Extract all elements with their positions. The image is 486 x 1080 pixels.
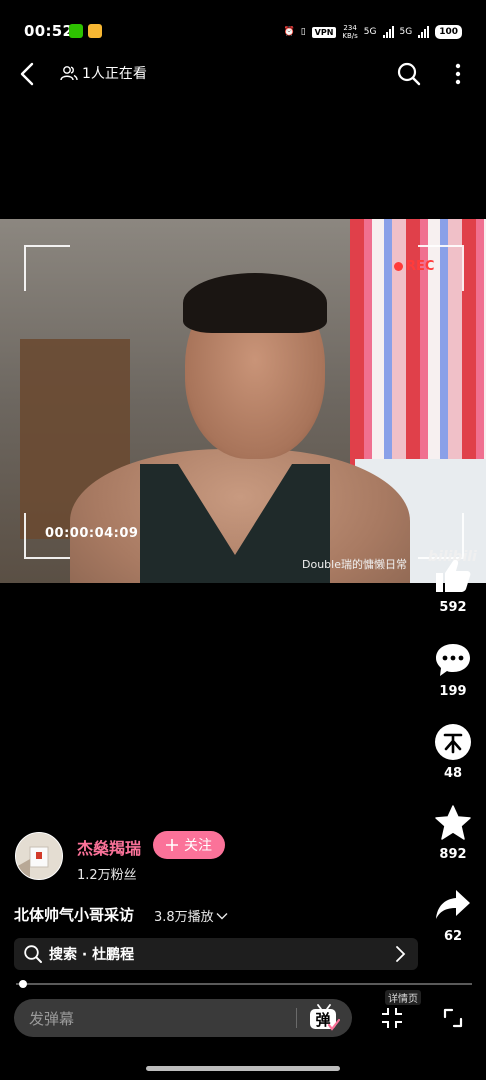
rec-label: REC (406, 259, 435, 274)
danmaku-input[interactable]: 发弹幕 (14, 999, 352, 1037)
coin-count: 48 (443, 766, 463, 781)
uploader-watermark: Double瑞的慵懒日常 (302, 558, 407, 571)
home-indicator[interactable] (146, 1066, 340, 1071)
share-count: 62 (443, 929, 463, 944)
thumbs-up-icon (436, 560, 471, 592)
favorite-button[interactable]: 892 (428, 803, 478, 862)
net-label-1: 5G (363, 27, 377, 37)
people-icon (60, 66, 78, 81)
comment-button[interactable]: 199 (428, 640, 478, 699)
playback-progress-track[interactable] (16, 983, 472, 985)
playback-progress-thumb[interactable] (18, 980, 27, 988)
video-subject-hair (183, 273, 327, 333)
alarm-icon: ⏰ (283, 27, 295, 37)
more-options-button[interactable] (448, 61, 468, 87)
signal-icon (418, 26, 430, 38)
fullscreen-icon (443, 1008, 463, 1028)
danmaku-toggle-label: 弹 (315, 1011, 330, 1029)
app-notification-icon (88, 24, 102, 38)
follower-count: 1.2万粉丝 (77, 868, 137, 883)
frame-corner-top-left (24, 245, 70, 291)
search-button[interactable] (396, 61, 422, 87)
search-icon (397, 62, 421, 86)
comment-bubble-icon (436, 644, 470, 676)
star-icon (435, 805, 471, 840)
avatar-image (16, 833, 62, 879)
danmaku-divider (296, 1008, 297, 1028)
play-count[interactable]: 3.8万播放 (154, 906, 228, 925)
plus-icon (166, 839, 178, 851)
favorite-count: 892 (439, 847, 467, 862)
battery-indicator: 100 (435, 25, 462, 39)
status-time: 00:52 (24, 22, 74, 40)
video-timecode: 00:00:04:09 (45, 526, 139, 541)
share-arrow-icon (436, 890, 470, 919)
follow-label: 关注 (184, 838, 212, 854)
wechat-notification-icon (69, 24, 83, 38)
network-speed-value: 234 (343, 24, 357, 32)
more-vertical-icon (455, 63, 461, 85)
viewer-count: 1人正在看 (60, 63, 147, 83)
video-player[interactable]: REC 00:00:04:09 Double瑞的慵懒日常 bilibili (0, 219, 486, 583)
danmaku-placeholder: 发弹幕 (29, 1009, 75, 1028)
like-count: 592 (439, 600, 467, 615)
net-label-2: 5G (399, 27, 413, 37)
author-avatar[interactable] (15, 832, 63, 880)
collapse-icon (382, 1008, 402, 1028)
details-page-button[interactable] (380, 1006, 404, 1030)
rec-dot-icon (394, 262, 403, 271)
vibrate-icon: ▯ (300, 27, 306, 37)
play-count-text: 3.8万播放 (154, 910, 214, 925)
coin-icon (435, 724, 471, 760)
vpn-badge: VPN (311, 26, 337, 38)
comment-count: 199 (439, 684, 467, 699)
danmaku-toggle-icon: 弹 (310, 1004, 341, 1031)
chevron-down-icon (216, 912, 228, 919)
rec-indicator: REC (394, 259, 434, 274)
viewer-count-text: 1人正在看 (82, 66, 147, 82)
video-title[interactable]: 北体帅气小哥采访 (14, 904, 134, 925)
details-page-label: 详情页 (385, 990, 421, 1005)
signal-icon (382, 26, 394, 38)
network-speed: 234 KB/s (342, 24, 357, 40)
back-button[interactable] (14, 60, 42, 88)
share-button[interactable]: 62 (428, 885, 478, 944)
fullscreen-button[interactable] (441, 1006, 465, 1030)
related-search-text: 搜索 · 杜鹏程 (49, 947, 135, 963)
follow-button[interactable]: 关注 (153, 831, 225, 859)
related-search-bar[interactable]: 搜索 · 杜鹏程 (14, 938, 418, 970)
coin-button[interactable]: 48 (428, 722, 478, 781)
status-indicators: ⏰ ▯ VPN 234 KB/s 5G 5G 100 (283, 24, 462, 40)
search-icon (24, 945, 42, 963)
author-name[interactable]: 杰燊羯瑞 (77, 835, 141, 859)
back-arrow-icon (20, 62, 34, 86)
like-button[interactable]: 592 (428, 556, 478, 615)
status-bar: 00:52 ⏰ ▯ VPN 234 KB/s 5G 5G 100 (0, 0, 486, 62)
network-speed-unit: KB/s (342, 32, 358, 40)
chevron-right-icon (396, 946, 406, 962)
danmaku-toggle-button[interactable]: 弹 (308, 1003, 341, 1033)
